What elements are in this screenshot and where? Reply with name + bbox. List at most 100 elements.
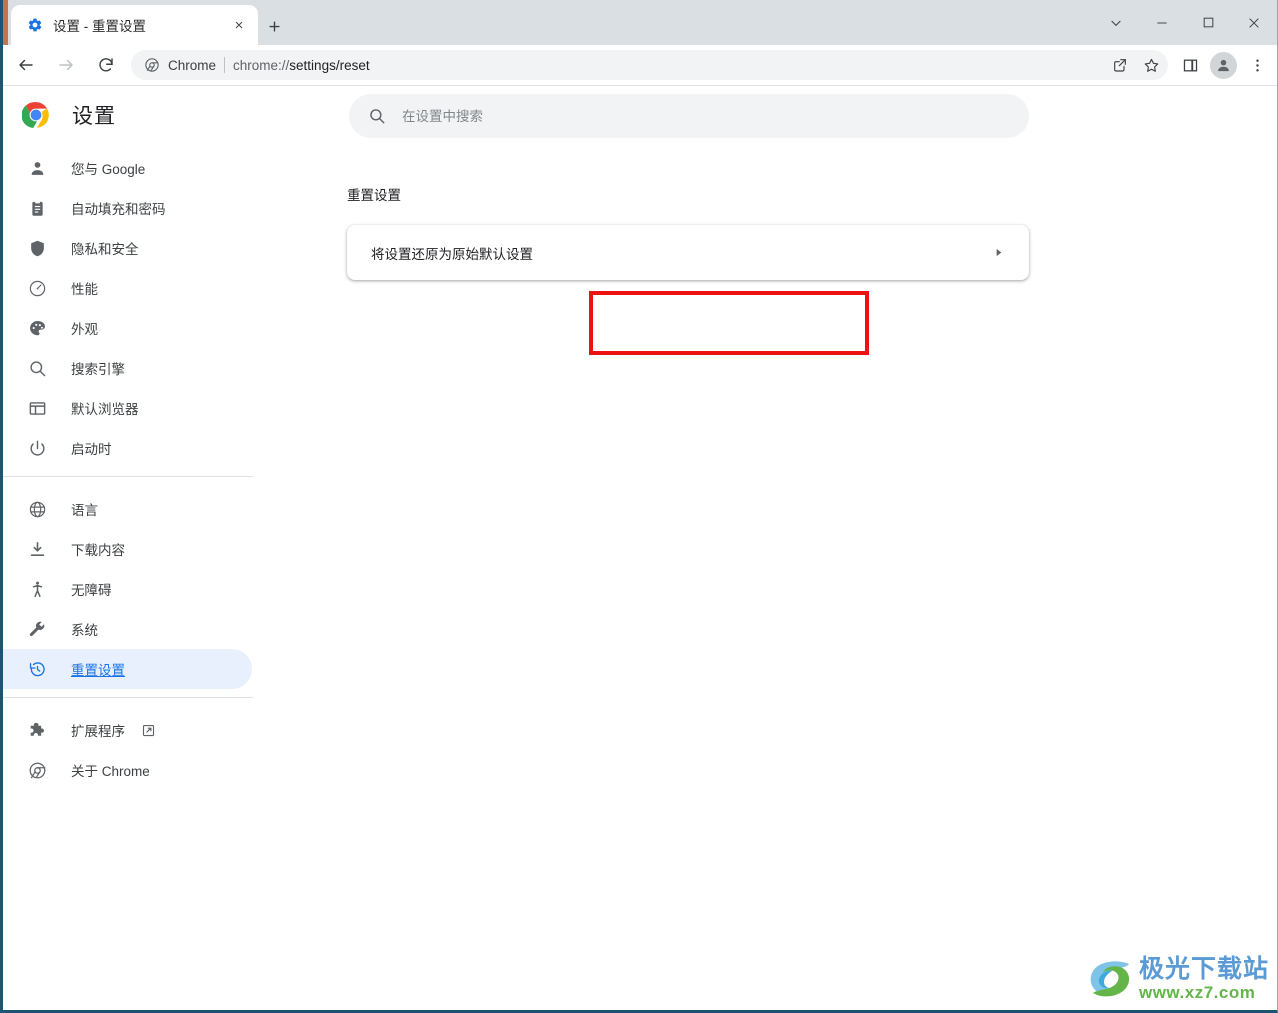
chrome-outline-icon: [27, 760, 47, 780]
tab-strip: 设置 - 重置设置 ×: [3, 0, 1277, 45]
reset-settings-label: 将设置还原为原始默认设置: [371, 246, 533, 262]
tab-strip-edge-sliver: [3, 0, 8, 45]
star-icon[interactable]: [1137, 51, 1165, 79]
new-tab-button[interactable]: [259, 11, 289, 41]
maximize-button[interactable]: [1185, 0, 1231, 45]
settings-sidebar: 设置 您与 Google 自动填充和密码隐私和安全性能外观搜索引擎默认浏览器启动时…: [3, 86, 261, 1010]
settings-search-box[interactable]: [349, 94, 1029, 138]
watermark: 极光下载站 www.xz7.com: [1085, 956, 1269, 1002]
sidebar-item-label: 默认浏览器: [71, 402, 139, 417]
search-input[interactable]: [402, 108, 1029, 124]
sidebar-divider: [3, 697, 253, 698]
sidebar-item-系统[interactable]: 系统: [3, 609, 261, 649]
sidebar-item-label: 扩展程序: [71, 724, 125, 739]
search-icon: [367, 107, 386, 126]
reload-icon[interactable]: [89, 48, 123, 82]
sidebar-nav: 您与 Google 自动填充和密码隐私和安全性能外观搜索引擎默认浏览器启动时语言下…: [3, 144, 261, 790]
sidebar-item-自动填充和密码[interactable]: 自动填充和密码: [3, 188, 261, 228]
clipboard-icon: [27, 198, 47, 218]
omnibox-separator: [224, 57, 226, 73]
page-title: 设置: [72, 105, 116, 128]
watermark-logo-icon: [1085, 957, 1137, 1001]
browser-toolbar: Chrome chrome://settings/reset: [3, 45, 1277, 85]
side-panel-icon[interactable]: [1174, 49, 1206, 81]
reset-clock-icon: [27, 659, 47, 679]
sidebar-nav-group-0: 您与 Google 自动填充和密码隐私和安全性能外观搜索引擎默认浏览器启动时: [3, 144, 261, 468]
sidebar-nav-group-2: 扩展程序关于 Chrome: [3, 706, 261, 790]
sidebar-divider: [3, 476, 253, 477]
magnifier-icon: [27, 358, 47, 378]
watermark-text: 极光下载站 www.xz7.com: [1138, 955, 1269, 1003]
sidebar-item-label: 系统: [71, 623, 98, 638]
sidebar-item-无障碍[interactable]: 无障碍: [3, 569, 261, 609]
tab-settings[interactable]: 设置 - 重置设置 ×: [11, 5, 258, 45]
close-button[interactable]: [1231, 0, 1277, 45]
sidebar-item-搜索引擎[interactable]: 搜索引擎: [3, 348, 261, 388]
settings-page: 设置 您与 Google 自动填充和密码隐私和安全性能外观搜索引擎默认浏览器启动时…: [3, 86, 1277, 1010]
download-icon: [27, 539, 47, 559]
omnibox-url-path: settings/reset: [289, 57, 370, 73]
globe-icon: [27, 499, 47, 519]
forward-arrow-icon: [49, 48, 83, 82]
browser-icon: [27, 398, 47, 418]
sidebar-item-label: 重置设置: [71, 663, 125, 678]
omnibox-url: chrome://settings/reset: [233, 58, 370, 73]
sidebar-item-关于-Chrome[interactable]: 关于 Chrome: [3, 750, 261, 790]
sidebar-item-重置设置[interactable]: 重置设置: [3, 649, 252, 689]
search-area: [261, 86, 1277, 138]
settings-gear-icon: [26, 17, 43, 34]
sidebar-item-label: 自动填充和密码: [71, 202, 166, 217]
palette-icon: [27, 318, 47, 338]
back-arrow-icon[interactable]: [9, 48, 43, 82]
sidebar-item-label: 启动时: [71, 442, 112, 457]
toolbar-right-actions: [1174, 49, 1277, 81]
settings-header: 设置: [3, 86, 261, 144]
sidebar-item-label: 语言: [71, 503, 98, 518]
speedometer-icon: [27, 278, 47, 298]
external-link-icon: [141, 723, 156, 738]
sidebar-nav-group-1: 语言下载内容无障碍系统重置设置: [3, 485, 261, 689]
sidebar-item-启动时[interactable]: 启动时: [3, 428, 261, 468]
settings-main: 重置设置 将设置还原为原始默认设置: [261, 86, 1277, 1010]
sidebar-item-扩展程序[interactable]: 扩展程序: [3, 710, 261, 750]
chrome-logo: [21, 101, 50, 129]
profile-avatar-icon[interactable]: [1210, 51, 1237, 79]
red-highlight-rectangle: [589, 291, 869, 355]
window-controls: [1093, 0, 1277, 45]
sidebar-item-label: 无障碍: [71, 583, 112, 598]
sidebar-item-性能[interactable]: 性能: [3, 268, 261, 308]
three-dot-menu-icon[interactable]: [1241, 49, 1273, 81]
omnibox-trailing-actions: [1106, 51, 1168, 79]
sidebar-item-label: 性能: [71, 282, 98, 297]
sidebar-item-语言[interactable]: 语言: [3, 489, 261, 529]
sidebar-item-外观[interactable]: 外观: [3, 308, 261, 348]
close-icon[interactable]: ×: [226, 12, 252, 38]
omnibox-url-prefix: chrome://: [233, 57, 290, 73]
section-title: 重置设置: [347, 188, 401, 203]
watermark-title: 极光下载站: [1138, 955, 1269, 983]
sidebar-item-label: 您与 Google: [71, 162, 146, 177]
sidebar-item-隐私和安全[interactable]: 隐私和安全: [3, 228, 261, 268]
sidebar-item-label: 搜索引擎: [71, 362, 125, 377]
power-icon: [27, 438, 47, 458]
browser-window: 设置 - 重置设置 × Chrome chrome://settings/res…: [0, 0, 1278, 1013]
omnibox-chip-label: Chrome: [168, 57, 217, 73]
sidebar-item-下载内容[interactable]: 下载内容: [3, 529, 261, 569]
sidebar-item-label: 下载内容: [71, 543, 125, 558]
reset-settings-row[interactable]: 将设置还原为原始默认设置: [347, 225, 1029, 280]
address-bar[interactable]: Chrome chrome://settings/reset: [131, 50, 1168, 80]
accessibility-icon: [27, 579, 47, 599]
puzzle-icon: [27, 720, 47, 740]
tab-title: 设置 - 重置设置: [53, 19, 146, 34]
share-icon[interactable]: [1106, 51, 1134, 79]
chrome-icon: [143, 57, 160, 74]
sidebar-item-您与-Google[interactable]: 您与 Google: [3, 148, 261, 188]
wrench-icon: [27, 619, 47, 639]
watermark-url: www.xz7.com: [1138, 983, 1256, 1002]
tab-search-button[interactable]: [1093, 0, 1139, 45]
shield-icon: [27, 238, 47, 258]
chevron-right-icon: [991, 246, 1005, 260]
sidebar-item-默认浏览器[interactable]: 默认浏览器: [3, 388, 261, 428]
minimize-button[interactable]: [1139, 0, 1185, 45]
sidebar-item-label: 外观: [71, 322, 98, 337]
